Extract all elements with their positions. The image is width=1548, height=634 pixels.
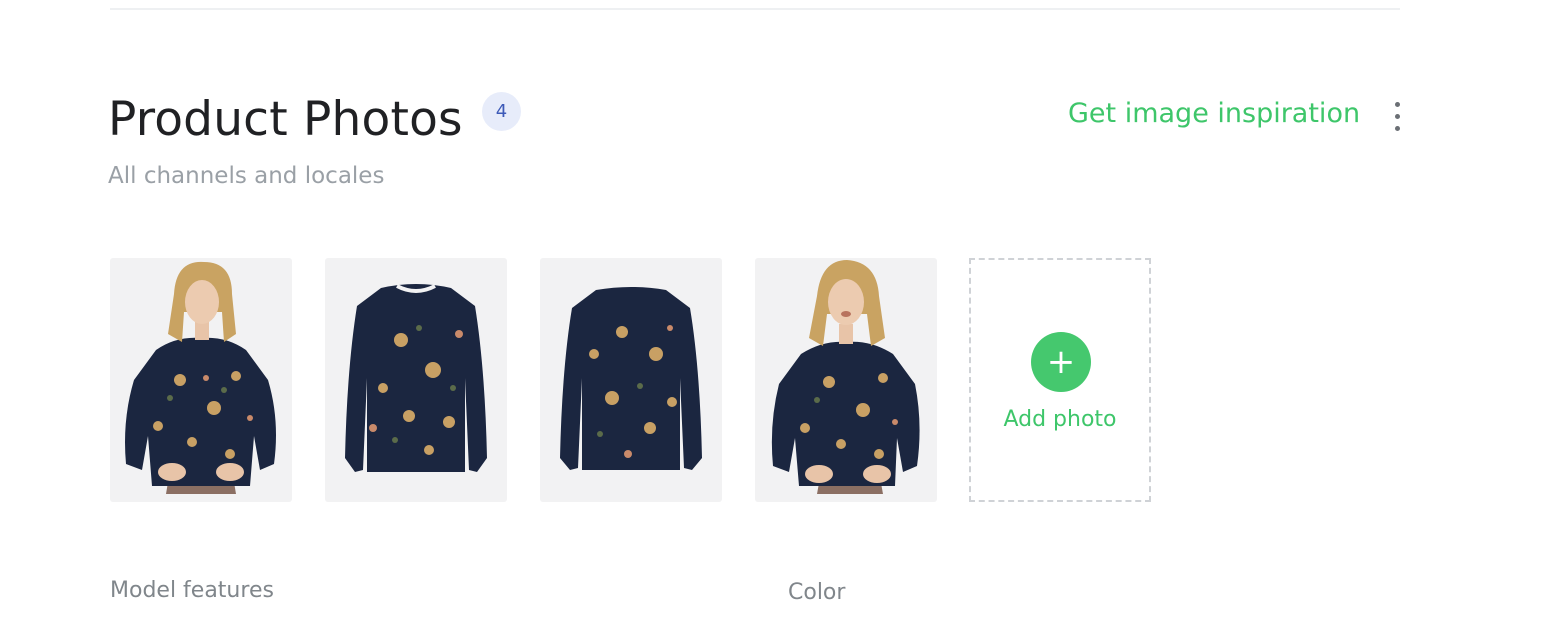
get-image-inspiration-link[interactable]: Get image inspiration xyxy=(1068,98,1360,129)
photo-count-badge: 4 xyxy=(482,92,521,131)
add-photo-label: Add photo xyxy=(1003,407,1117,432)
section-title: Product Photos xyxy=(108,92,463,147)
sweater-back-image xyxy=(560,287,702,470)
section-subtitle: All channels and locales xyxy=(108,163,385,189)
plus-icon: + xyxy=(1031,332,1091,392)
photo-thumbnail-model-smiling[interactable] xyxy=(755,258,937,502)
section-divider xyxy=(110,8,1400,10)
photo-thumbnail-model-front[interactable] xyxy=(110,258,292,502)
model-smiling-image xyxy=(771,260,920,494)
model-features-label: Model features xyxy=(110,578,274,603)
kebab-menu-icon[interactable] xyxy=(1384,96,1410,136)
photo-thumbnail-sweater-back[interactable] xyxy=(540,258,722,502)
color-label: Color xyxy=(788,580,846,605)
add-photo-button[interactable]: + Add photo xyxy=(969,258,1151,502)
photo-thumbnail-sweater-front[interactable] xyxy=(325,258,507,502)
model-front-image xyxy=(125,261,276,494)
sweater-front-image xyxy=(345,284,487,472)
